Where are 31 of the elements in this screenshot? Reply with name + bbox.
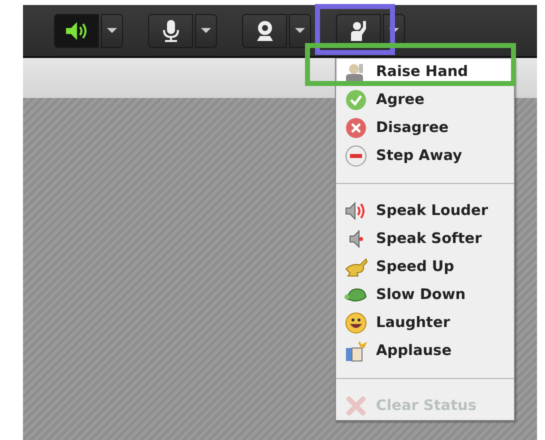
dropdown-button[interactable] [101, 14, 123, 48]
menu-item[interactable]: Applause [336, 337, 514, 365]
x-icon [345, 395, 367, 417]
menu-item[interactable]: Disagree [336, 114, 514, 142]
dropdown-button[interactable] [195, 14, 217, 48]
x-circle-icon [345, 117, 367, 139]
caret-icon [107, 28, 117, 33]
minus-circle-icon [345, 145, 367, 167]
raised-hand-icon [348, 20, 368, 42]
rabbit-icon [344, 257, 368, 277]
smiley-icon [345, 312, 367, 334]
toolbar-button[interactable] [148, 14, 193, 48]
quiet-speaker-icon [348, 228, 364, 250]
check-circle-icon [345, 89, 367, 111]
toolbar-button[interactable] [242, 14, 287, 48]
menu-item[interactable]: Speak Softer [336, 225, 514, 253]
menu-item[interactable]: Slow Down [336, 281, 514, 309]
speaker-icon [64, 20, 90, 42]
dropdown-button[interactable] [289, 14, 311, 48]
turtle-icon [344, 287, 368, 303]
toolbar-button[interactable] [54, 14, 99, 48]
menu-item[interactable]: Speed Up [336, 253, 514, 281]
menu-item[interactable]: Speak Louder [336, 197, 514, 225]
menu-item[interactable]: Step Away [336, 142, 514, 170]
caret-icon [201, 28, 211, 33]
microphone-icon [162, 18, 180, 42]
menu-item[interactable]: Agree [336, 86, 514, 114]
menu-item[interactable]: Laughter [336, 309, 514, 337]
caret-icon [389, 28, 399, 33]
clapping-hand-icon [345, 340, 367, 362]
caret-icon [295, 28, 305, 33]
